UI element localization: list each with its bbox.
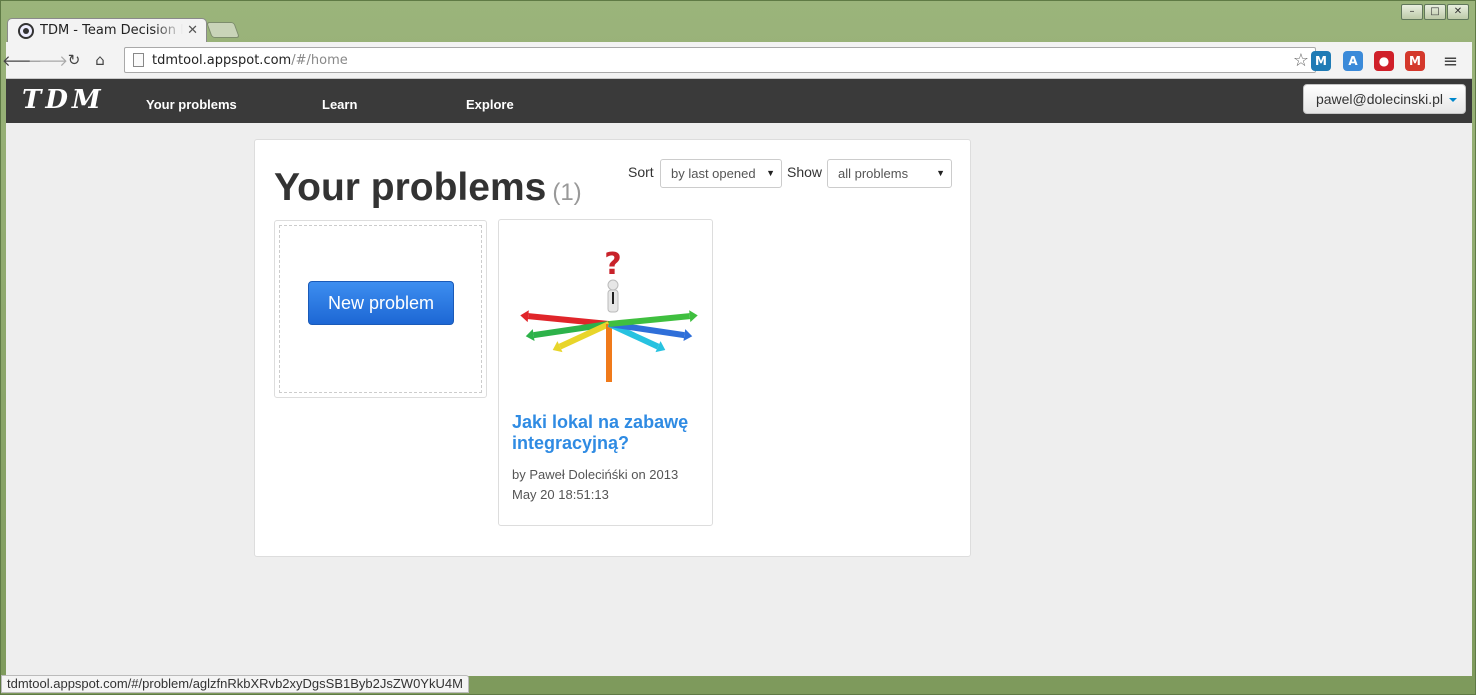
nav-explore[interactable]: Explore [466, 97, 514, 112]
brand-logo[interactable]: TDM [22, 85, 105, 115]
sort-label: Sort [628, 164, 654, 180]
nav-learn[interactable]: Learn [322, 97, 357, 112]
dropdown-arrow-icon: ▼ [936, 168, 945, 178]
question-mark-icon: ? [604, 247, 621, 282]
tab-title: TDM - Team Decision Ma [40, 23, 183, 38]
problems-panel: Your problems (1) Sort by last opened ▼ S… [254, 139, 971, 557]
address-bar[interactable]: tdmtool.appspot.com/#/home ☆ [124, 47, 1316, 73]
browser-toolbar: 🡐 🡒 ↻ ⌂ tdmtool.appspot.com/#/home ☆ M A ●… [2, 42, 1472, 79]
url-host: tdmtool.appspot.com [152, 52, 292, 68]
window-controls: – □ ✕ [1401, 4, 1469, 20]
arrow-head [520, 310, 529, 323]
maximize-button[interactable]: □ [1424, 4, 1446, 20]
new-problem-card: New problem [274, 220, 487, 398]
nav-your-problems[interactable]: Your problems [146, 97, 237, 112]
show-select[interactable]: all problems ▼ [827, 159, 952, 188]
arrow-head [525, 329, 535, 342]
caret-down-icon [1449, 98, 1457, 102]
forward-arrow-icon[interactable]: 🡒 [28, 47, 68, 73]
page-icon [133, 53, 144, 67]
mendeley-icon[interactable]: M [1311, 51, 1331, 71]
problem-meta: by Paweł Dolecińśki on 2013 May 20 18:51… [512, 467, 679, 502]
gmail-icon[interactable]: M [1405, 51, 1425, 71]
problem-title-link[interactable]: Jaki lokal na zabawę integracyjną? [512, 412, 702, 454]
user-email: pawel@dolecinski.pl [1315, 91, 1443, 107]
top-navbar: TDM Your problems Learn Explore pawel@do… [6, 79, 1472, 123]
tab-strip: TDM - Team Decision Ma ✕ [7, 18, 240, 42]
problem-count: (1) [552, 179, 582, 206]
arrows-group [520, 310, 698, 382]
reload-icon[interactable]: ↻ [61, 47, 87, 73]
tdm-favicon-icon [18, 22, 34, 39]
dropdown-arrow-icon: ▼ [766, 168, 775, 178]
page-title-text: Your problems [274, 166, 547, 209]
bookmark-star-icon[interactable]: ☆ [1293, 50, 1309, 71]
figure-tie [612, 292, 614, 304]
new-problem-button[interactable]: New problem [308, 281, 454, 325]
arrow-head [683, 329, 693, 342]
browser-window: – □ ✕ TDM - Team Decision Ma ✕ 🡐 🡒 ↻ ⌂ t… [0, 0, 1476, 695]
tab-tdm[interactable]: TDM - Team Decision Ma ✕ [7, 18, 207, 42]
page-content: TDM Your problems Learn Explore pawel@do… [6, 79, 1472, 676]
sort-select[interactable]: by last opened ▼ [660, 159, 782, 188]
new-tab-button[interactable] [206, 22, 240, 38]
decision-arrows-image[interactable]: ? [507, 242, 707, 382]
sort-value: by last opened [671, 166, 756, 181]
user-menu-button[interactable]: pawel@dolecinski.pl [1302, 84, 1466, 114]
translate-icon[interactable]: A [1343, 51, 1363, 71]
chrome-menu-icon[interactable]: ≡ [1443, 51, 1458, 72]
close-tab-icon[interactable]: ✕ [187, 23, 198, 38]
show-label: Show [787, 164, 823, 180]
page-title: Your problems (1) [274, 166, 582, 210]
status-bar: tdmtool.appspot.com/#/problem/aglzfnRkbX… [1, 675, 469, 693]
arrow-head [689, 310, 698, 323]
arrow-shaft [608, 313, 691, 327]
show-value: all problems [838, 166, 909, 181]
close-window-button[interactable]: ✕ [1447, 4, 1469, 20]
problem-card[interactable]: ? Jaki lokal na zabawę integracyjną? by … [498, 219, 713, 526]
home-icon[interactable]: ⌂ [87, 47, 113, 73]
figure-head [607, 279, 619, 291]
adblock-icon[interactable]: ● [1374, 51, 1394, 71]
minimize-button[interactable]: – [1401, 4, 1423, 20]
url-path: /#/home [291, 52, 348, 68]
